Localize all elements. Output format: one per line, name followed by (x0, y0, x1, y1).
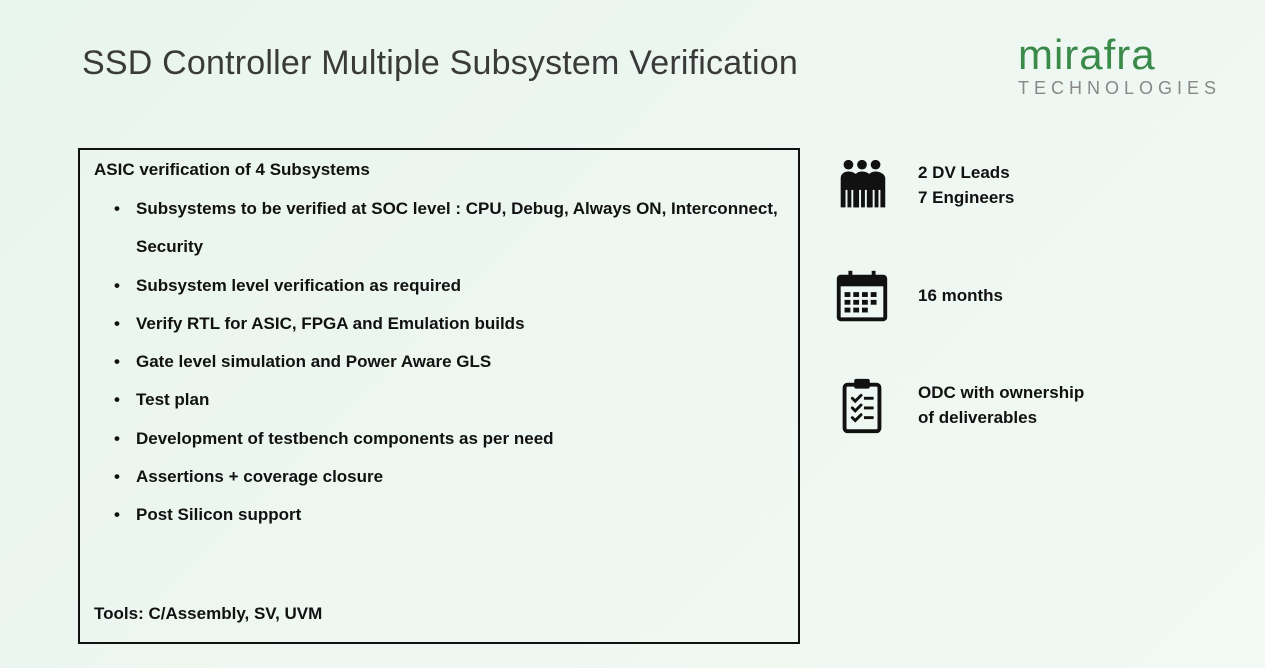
list-item: Post Silicon support (136, 496, 784, 534)
list-item: Verify RTL for ASIC, FPGA and Emulation … (136, 305, 784, 343)
list-item: Subsystem level verification as required (136, 267, 784, 305)
box-heading: ASIC verification of 4 Subsystems (94, 160, 784, 180)
list-item: Subsystems to be verified at SOC level :… (136, 190, 784, 267)
clipboard-icon (828, 372, 896, 440)
logo-sub: TECHNOLOGIES (1018, 78, 1221, 99)
side-text-team: 2 DV Leads 7 Engineers (918, 161, 1014, 210)
list-item: Assertions + coverage closure (136, 458, 784, 496)
side-item-duration: 16 months (828, 262, 1208, 330)
content-box: ASIC verification of 4 Subsystems Subsys… (78, 148, 800, 644)
logo-main: mirafra (1018, 34, 1221, 76)
calendar-icon (828, 262, 896, 330)
tools-value: C/Assembly, SV, UVM (148, 604, 322, 623)
tools-label: Tools: (94, 604, 148, 623)
deliverables-line1: ODC with ownership (918, 381, 1084, 406)
logo: mirafra TECHNOLOGIES (1018, 34, 1221, 99)
page-title: SSD Controller Multiple Subsystem Verifi… (82, 44, 798, 83)
sidebar: 2 DV Leads 7 Engineers (828, 152, 1208, 482)
team-line2: 7 Engineers (918, 186, 1014, 211)
list-item: Development of testbench components as p… (136, 420, 784, 458)
side-text-deliverables: ODC with ownership of deliverables (918, 381, 1084, 430)
bullet-list: Subsystems to be verified at SOC level :… (94, 190, 784, 534)
tools-line: Tools: C/Assembly, SV, UVM (94, 604, 322, 624)
deliverables-line2: of deliverables (918, 406, 1084, 431)
side-text-duration: 16 months (918, 284, 1003, 309)
list-item: Gate level simulation and Power Aware GL… (136, 343, 784, 381)
side-item-team: 2 DV Leads 7 Engineers (828, 152, 1208, 220)
side-item-deliverables: ODC with ownership of deliverables (828, 372, 1208, 440)
team-line1: 2 DV Leads (918, 161, 1014, 186)
team-icon (828, 152, 896, 220)
list-item: Test plan (136, 381, 784, 419)
